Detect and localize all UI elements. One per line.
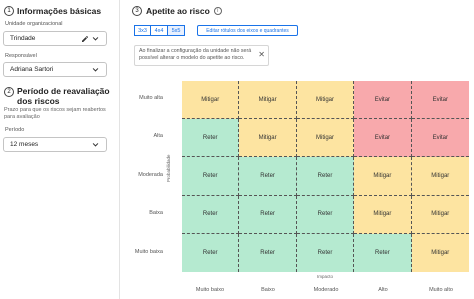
matrix-cell[interactable]: Mitigar	[411, 157, 469, 196]
y-label-very-high: Muito alta	[139, 95, 163, 101]
basic-info-header: 1 Informações básicas	[4, 6, 101, 16]
owner-select[interactable]: Adriana Sartori	[3, 62, 107, 77]
size-3x3-button[interactable]: 3x3	[134, 25, 151, 36]
matrix-cell[interactable]: Mitigar	[296, 119, 355, 158]
review-title: Período de reavaliação dos riscos	[17, 86, 110, 106]
matrix-cell[interactable]: Mitigar	[354, 157, 412, 196]
matrix-cell[interactable]: Mitigar	[411, 233, 469, 272]
period-value: 12 meses	[10, 141, 39, 148]
y-axis-title: Probabilidade	[166, 154, 171, 182]
y-label-very-low: Muito baixa	[134, 249, 163, 255]
info-icon[interactable]: i	[213, 7, 222, 15]
column-divider	[119, 0, 120, 299]
matrix-cell[interactable]: Mitigar	[296, 81, 355, 120]
risk-matrix: Mitigar Mitigar Mitigar Evitar Evitar Re…	[181, 80, 470, 273]
step-badge: 2	[4, 87, 14, 97]
y-label-high: Alta	[153, 133, 163, 139]
edit-labels-button[interactable]: Editar rótulos dos eixos e quadrantes	[197, 25, 298, 36]
x-label-very-high: Muito alto	[429, 287, 453, 293]
review-hint: Prazo para que os riscos sejam reabertos…	[4, 107, 106, 120]
size-5x5-button[interactable]: 5x5	[168, 25, 185, 36]
matrix-cell[interactable]: Evitar	[411, 81, 469, 120]
matrix-cell[interactable]: Mitigar	[239, 119, 297, 158]
x-label-very-low: Muito baixo	[195, 287, 225, 293]
matrix-cell[interactable]: Mitigar	[411, 195, 469, 234]
size-4x4-button[interactable]: 4x4	[151, 25, 168, 36]
matrix-cell[interactable]: Mitigar	[182, 81, 240, 120]
period-label: Período	[5, 127, 25, 133]
x-axis-title: Impacto	[317, 274, 334, 279]
matrix-cell[interactable]: Evitar	[354, 119, 412, 158]
matrix-cell[interactable]: Mitigar	[354, 195, 412, 234]
matrix-cell[interactable]: Evitar	[354, 81, 412, 120]
close-icon[interactable]: ✕	[258, 51, 265, 59]
step-badge: 1	[4, 6, 14, 16]
unit-field[interactable]: Trindade	[3, 31, 107, 46]
appetite-header: 3 Apetite ao risco i	[132, 6, 222, 16]
y-label-low: Baixa	[149, 210, 163, 216]
unit-label: Unidade organizacional	[5, 21, 63, 27]
appetite-title: Apetite ao risco	[146, 6, 210, 16]
matrix-cell[interactable]: Reter	[182, 119, 240, 158]
basic-info-title: Informações básicas	[17, 6, 102, 16]
matrix-cell[interactable]: Reter	[239, 195, 297, 234]
period-select[interactable]: 12 meses	[3, 137, 107, 152]
x-label-high: Alto	[378, 287, 388, 293]
matrix-cell[interactable]: Mitigar	[239, 81, 297, 120]
matrix-cell[interactable]: Reter	[239, 157, 297, 196]
chevron-down-icon[interactable]	[90, 65, 100, 75]
matrix-cell[interactable]: Reter	[182, 195, 240, 234]
x-label-moderate: Moderado	[313, 287, 339, 293]
matrix-cell[interactable]: Reter	[296, 195, 355, 234]
owner-label: Responsável	[5, 53, 37, 59]
matrix-cell[interactable]: Evitar	[411, 119, 469, 158]
settings-panel: 1 Informações básicas Unidade organizaci…	[0, 0, 114, 299]
edit-pencil-icon[interactable]	[80, 34, 90, 44]
notice-text: Ao finalizar a configuração da unidade n…	[139, 48, 252, 61]
review-header: 2 Período de reavaliação dos riscos	[4, 86, 115, 106]
chevron-down-icon[interactable]	[90, 140, 100, 150]
chevron-down-icon[interactable]	[90, 34, 100, 44]
step-badge: 3	[132, 6, 142, 16]
y-label-moderate: Moderada	[138, 172, 163, 178]
matrix-cell[interactable]: Reter	[182, 157, 240, 196]
unit-value: Trindade	[10, 35, 36, 42]
notice-box: Ao finalizar a configuração da unidade n…	[134, 45, 269, 66]
matrix-cell[interactable]: Reter	[239, 233, 297, 272]
x-label-low: Baixo	[261, 287, 275, 293]
matrix-cell[interactable]: Reter	[182, 233, 240, 272]
matrix-cell[interactable]: Reter	[296, 157, 355, 196]
matrix-size-toggle: 3x3 4x4 5x5	[134, 25, 185, 36]
matrix-cell[interactable]: Reter	[296, 233, 355, 272]
owner-value: Adriana Sartori	[10, 66, 54, 73]
matrix-cell[interactable]: Reter	[354, 233, 412, 272]
